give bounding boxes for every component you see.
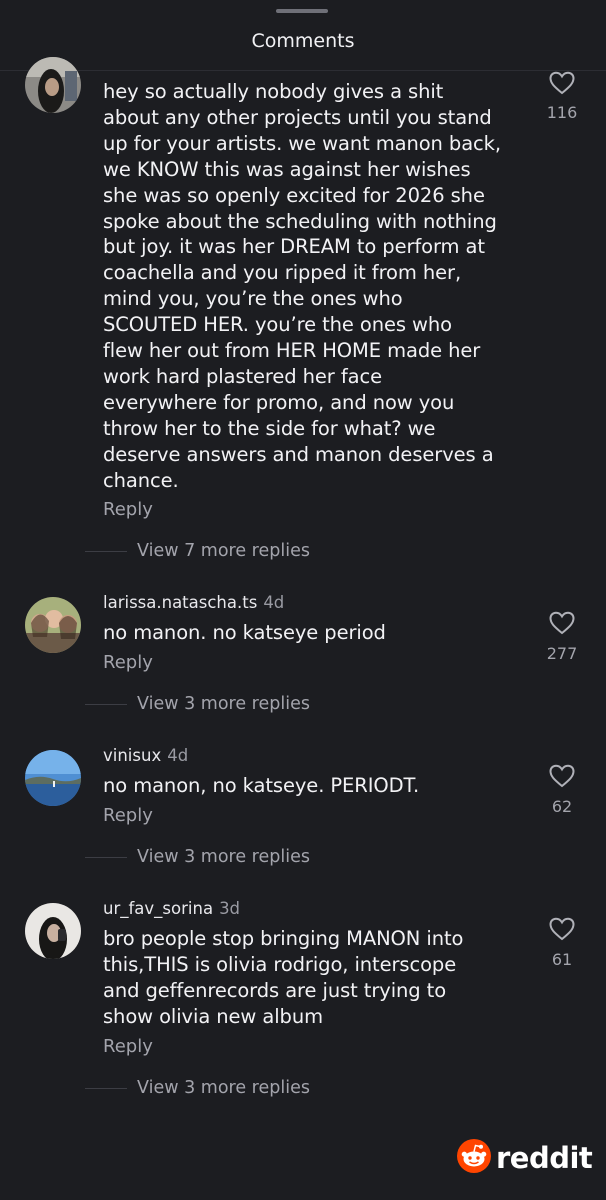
comment-text-line: spoke about the scheduling with nothing <box>103 209 497 233</box>
comment-username[interactable]: larissa.natascha.ts 4d <box>103 593 284 612</box>
comment-text-line: hey so actually nobody gives a shit <box>103 80 444 103</box>
like-count: 116 <box>546 103 578 122</box>
comment-body: hey so actually nobody gives a shit abou… <box>103 79 523 494</box>
thread-line <box>85 703 127 705</box>
heart-icon[interactable] <box>549 917 575 941</box>
comment-text-line: show olivia new album <box>103 1004 323 1028</box>
view-more-label: View 3 more replies <box>137 847 310 867</box>
comment-body: no manon. no katseye period <box>103 620 523 646</box>
reply-button[interactable]: Reply <box>103 652 153 673</box>
username-text[interactable]: ur_fav_sorina <box>103 899 213 918</box>
like-count: 62 <box>551 797 573 816</box>
drag-handle[interactable] <box>276 9 328 13</box>
thread-line <box>85 550 127 552</box>
comment-time: 3d <box>219 899 241 918</box>
view-more-label: View 3 more replies <box>137 1078 310 1098</box>
comment-text-line: and geffenrecords are just trying to <box>103 978 447 1002</box>
reddit-snoo-icon <box>456 1138 492 1178</box>
comment-text-line: coachella and you ripped it from her, <box>103 261 462 285</box>
comment-text-line: flew her out from HER HOME made her <box>103 339 481 363</box>
username-text[interactable]: larissa.natascha.ts <box>103 593 257 612</box>
comment-text-line: no manon. no katseye period <box>103 621 386 644</box>
comment-text-line: we KNOW this was against her wishes <box>103 157 471 181</box>
comment-body: no manon, no katseye. PERIODT. <box>103 773 523 799</box>
comment-text-line: she was so openly excited for 2026 she <box>103 183 485 207</box>
comment-time: 4d <box>263 593 285 612</box>
avatar[interactable] <box>25 57 81 113</box>
comment-text-line: up for your artists. we want manon back, <box>103 131 501 155</box>
comment-text-line: everywhere for promo, and now you <box>103 390 455 414</box>
reddit-watermark: reddit <box>456 1138 593 1178</box>
comment-text-line: this,THIS is olivia rodrigo, interscope <box>103 952 457 976</box>
reddit-wordmark: reddit <box>496 1141 593 1175</box>
comment-text-line: SCOUTED HER. you’re the ones who <box>103 313 452 337</box>
thread-line <box>85 856 127 858</box>
comment-text-line: but joy. it was her DREAM to perform at <box>103 235 485 259</box>
view-more-replies[interactable]: View 3 more replies <box>85 693 310 715</box>
comment-text-line: chance. <box>103 468 179 492</box>
reply-button[interactable]: Reply <box>103 805 153 826</box>
comment-username[interactable]: ur_fav_sorina 3d <box>103 899 240 918</box>
like-count: 61 <box>551 950 573 969</box>
view-more-label: View 3 more replies <box>137 694 310 714</box>
thread-line <box>85 1087 127 1089</box>
like-count: 277 <box>546 644 578 663</box>
avatar[interactable] <box>25 597 81 653</box>
comment-body: bro people stop bringing MANON into this… <box>103 926 523 1030</box>
reply-button[interactable]: Reply <box>103 1036 153 1057</box>
comment-username[interactable]: vinisux 4d <box>103 746 188 765</box>
comment-text-line: throw her to the side for what? we <box>103 416 436 440</box>
comment-text-line: mind you, you’re the ones who <box>103 287 403 311</box>
view-more-replies[interactable]: View 3 more replies <box>85 1077 310 1099</box>
view-more-label: View 7 more replies <box>137 541 310 561</box>
sheet-title: Comments <box>251 30 355 52</box>
avatar[interactable] <box>25 903 81 959</box>
view-more-replies[interactable]: View 3 more replies <box>85 846 310 868</box>
comment-time: 4d <box>167 746 189 765</box>
comment-text-line: bro people stop bringing MANON into <box>103 927 464 950</box>
comment-text-line: no manon, no katseye. PERIODT. <box>103 774 420 797</box>
heart-icon[interactable] <box>549 71 575 95</box>
username-text[interactable]: vinisux <box>103 746 161 765</box>
comment-text-line: work hard plastered her face <box>103 364 382 388</box>
header-divider <box>0 70 606 71</box>
comment-text-line: about any other projects until you stand <box>103 105 492 129</box>
heart-icon[interactable] <box>549 764 575 788</box>
comment-text-line: deserve answers and manon deserves a <box>103 442 494 466</box>
view-more-replies[interactable]: View 7 more replies <box>85 540 310 562</box>
avatar[interactable] <box>25 750 81 806</box>
reply-button[interactable]: Reply <box>103 499 153 520</box>
heart-icon[interactable] <box>549 611 575 635</box>
